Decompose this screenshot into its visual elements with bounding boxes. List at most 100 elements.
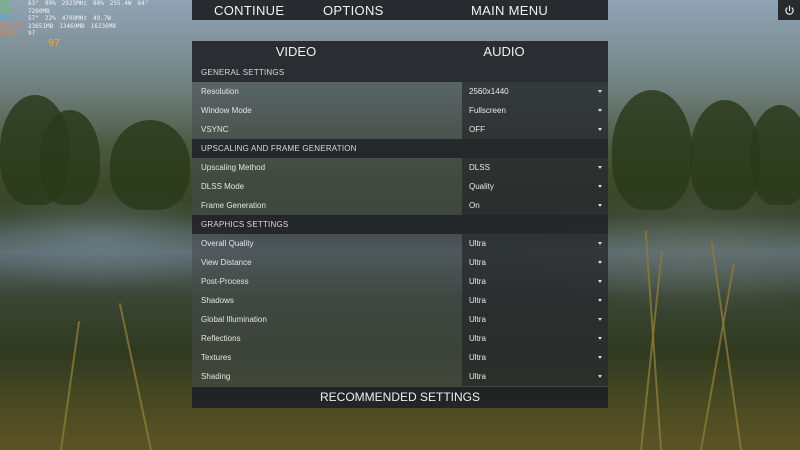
setting-dropdown[interactable]: Ultra — [462, 348, 608, 367]
hud-label: D3D12 — [0, 30, 19, 37]
hud-label: MEMORY — [0, 22, 22, 30]
setting-dropdown[interactable]: OFF — [462, 120, 608, 139]
setting-label: Frame Generation — [201, 201, 266, 210]
setting-row: Overall Quality Ultra — [192, 234, 608, 253]
setting-dropdown[interactable]: Ultra — [462, 291, 608, 310]
setting-label: Reflections — [201, 334, 241, 343]
setting-value: Ultra — [469, 315, 486, 324]
setting-value: Ultra — [469, 334, 486, 343]
hud-label: VRAM — [0, 7, 15, 15]
setting-value: Fullscreen — [469, 106, 506, 115]
setting-dropdown[interactable]: Ultra — [462, 329, 608, 348]
hud-value: 63° — [28, 0, 39, 7]
tree-left-2 — [40, 110, 100, 205]
chevron-down-icon — [598, 109, 602, 112]
hud-row: D3D12 97 — [0, 30, 200, 38]
setting-dropdown[interactable]: DLSS — [462, 158, 608, 177]
chevron-down-icon — [598, 204, 602, 207]
tree-right-3 — [750, 105, 800, 205]
tree-right — [612, 90, 692, 210]
setting-value: Ultra — [469, 277, 486, 286]
hud-value: 97 — [28, 30, 36, 37]
setting-row: Reflections Ultra — [192, 329, 608, 348]
setting-row: VSYNC OFF — [192, 120, 608, 139]
setting-dropdown[interactable]: 2560x1440 — [462, 82, 608, 101]
main-menu-button[interactable]: MAIN MENU — [471, 3, 548, 18]
chevron-down-icon — [598, 337, 602, 340]
hud-row: VRAM 7260MB — [0, 8, 200, 16]
section-header: GRAPHICS SETTINGS — [192, 215, 608, 234]
tab-video[interactable]: VIDEO — [192, 41, 400, 63]
setting-dropdown[interactable]: Ultra — [462, 310, 608, 329]
setting-dropdown[interactable]: Ultra — [462, 234, 608, 253]
setting-dropdown[interactable]: Ultra — [462, 272, 608, 291]
setting-dropdown[interactable]: On — [462, 196, 608, 215]
hud-value: 57° — [28, 15, 39, 22]
hud-label: GPU — [0, 0, 11, 7]
settings-tabs: VIDEO AUDIO — [192, 41, 608, 63]
section-header: GENERAL SETTINGS — [192, 63, 608, 82]
setting-label: Shading — [201, 372, 231, 381]
performance-overlay: GPU 63° 99% 2925MHz 80% 255.4W 64° VRAM 7260MB CP… — [0, 0, 200, 50]
fps-counter: 97 — [48, 37, 61, 49]
setting-row: Shadows Ultra — [192, 291, 608, 310]
power-button[interactable] — [778, 0, 800, 20]
setting-value: Ultra — [469, 372, 486, 381]
setting-label: Upscaling Method — [201, 163, 266, 172]
reed — [710, 241, 742, 450]
settings-panel: VIDEO AUDIO GENERAL SETTINGS Resolution 25… — [192, 41, 608, 408]
top-menu-bar: CONTINUE OPTIONS MAIN MENU — [192, 0, 608, 20]
setting-label: Global Illumination — [201, 315, 267, 324]
setting-label: Overall Quality — [201, 239, 254, 248]
hud-value: 13469MB — [59, 22, 85, 30]
chevron-down-icon — [598, 128, 602, 131]
hud-value: 23651MB — [28, 22, 54, 30]
setting-value: DLSS — [469, 163, 490, 172]
section-header: UPSCALING AND FRAME GENERATION — [192, 139, 608, 158]
hud-value: 99% — [44, 0, 56, 7]
recommended-settings-button[interactable]: RECOMMENDED SETTINGS — [192, 387, 608, 408]
hud-value: 22% — [44, 15, 56, 22]
setting-row: Frame Generation On — [192, 196, 608, 215]
chevron-down-icon — [598, 299, 602, 302]
chevron-down-icon — [598, 90, 602, 93]
chevron-down-icon — [598, 280, 602, 283]
setting-row: Window Mode Fullscreen — [192, 101, 608, 120]
setting-value: OFF — [469, 125, 485, 134]
setting-dropdown[interactable]: Quality — [462, 177, 608, 196]
setting-value: 2560x1440 — [469, 87, 509, 96]
setting-label: Resolution — [201, 87, 239, 96]
setting-value: Ultra — [469, 296, 486, 305]
reed — [60, 321, 81, 450]
options-button[interactable]: OPTIONS — [323, 3, 384, 18]
chevron-down-icon — [598, 318, 602, 321]
tab-audio[interactable]: AUDIO — [400, 41, 608, 63]
setting-dropdown[interactable]: Ultra — [462, 253, 608, 272]
setting-value: Ultra — [469, 258, 486, 267]
power-icon — [784, 5, 794, 15]
setting-dropdown[interactable]: Ultra — [462, 367, 608, 386]
hud-value: 80% — [92, 0, 104, 7]
setting-value: Ultra — [469, 353, 486, 362]
reed — [118, 303, 152, 450]
chevron-down-icon — [598, 261, 602, 264]
hud-value: 64° — [137, 0, 149, 7]
tree-left-3 — [110, 120, 190, 210]
hud-row: GPU 63° 99% 2925MHz 80% 255.4W 64° — [0, 0, 200, 8]
setting-row: Global Illumination Ultra — [192, 310, 608, 329]
hud-value: 49.7W — [92, 15, 112, 22]
setting-row: Shading Ultra — [192, 367, 608, 386]
hud-value: 4700MHz — [61, 15, 87, 22]
setting-row: Textures Ultra — [192, 348, 608, 367]
chevron-down-icon — [598, 185, 602, 188]
hud-row: CPU 57° 22% 4700MHz 49.7W — [0, 15, 200, 23]
setting-label: Window Mode — [201, 106, 252, 115]
hud-value: 16236MB — [90, 22, 116, 30]
setting-label: Post-Process — [201, 277, 249, 286]
continue-button[interactable]: CONTINUE — [214, 3, 284, 18]
setting-label: Shadows — [201, 296, 234, 305]
setting-dropdown[interactable]: Fullscreen — [462, 101, 608, 120]
setting-label: View Distance — [201, 258, 252, 267]
setting-value: On — [469, 201, 480, 210]
chevron-down-icon — [598, 242, 602, 245]
